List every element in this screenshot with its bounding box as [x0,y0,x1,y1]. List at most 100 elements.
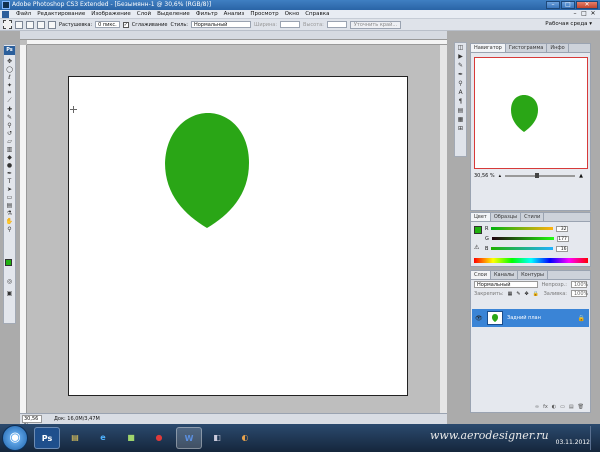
zoom-in-icon[interactable]: ▲ [579,173,583,179]
menu-help[interactable]: Справка [302,10,332,19]
tab-layers[interactable]: Слои [471,271,491,279]
visibility-eye-icon[interactable]: 👁 [475,315,483,322]
zoom-level-field[interactable]: 30,56 % [22,415,42,429]
lock-position-icon[interactable]: ✥ [525,291,529,297]
adjustment-layer-icon[interactable]: ◐ [552,404,556,412]
elliptical-marquee-tool-icon[interactable]: ◯ [4,65,15,73]
new-selection-icon[interactable] [15,20,23,29]
slider-knob[interactable] [535,173,540,178]
eraser-tool-icon[interactable]: ▱ [4,137,15,145]
style-select[interactable]: Нормальный [190,21,251,28]
taskbar-app-4[interactable]: ■ [118,427,144,449]
gradient-tool-icon[interactable]: ▥ [4,145,15,153]
show-desktop-button[interactable] [590,426,598,450]
green-value[interactable]: 177 [556,235,569,242]
close-button[interactable]: ✕ [576,1,598,9]
refine-edge-button[interactable]: Уточнить край... [349,20,402,29]
tool-presets-icon[interactable]: ✎ [455,61,466,70]
fill-input[interactable]: 100% [571,290,588,297]
blur-tool-icon[interactable]: ◆ [4,153,15,161]
menu-analysis[interactable]: Анализ [221,10,248,19]
zoom-tool-icon[interactable]: ⚲ [4,225,15,233]
move-tool-icon[interactable]: ✥ [4,57,15,65]
magic-wand-tool-icon[interactable]: ✦ [4,81,15,89]
taskbar-opera[interactable]: ● [146,427,172,449]
navigator-zoom-value[interactable]: 30,56 % [474,173,495,179]
clone-stamp-tool-icon[interactable]: ⚲ [4,121,15,129]
lock-image-icon[interactable]: ✎ [516,291,520,297]
paragraph-panel-icon[interactable]: ¶ [455,97,466,106]
taskbar-photoshop[interactable]: Ps [34,427,60,449]
hand-tool-icon[interactable]: ✋ [4,217,15,225]
notes-tool-icon[interactable]: ▤ [4,201,15,209]
screen-mode-icon[interactable]: ▣ [4,289,15,297]
type-tool-icon[interactable]: T [4,177,15,185]
taskbar-ie[interactable]: e [90,427,116,449]
subtract-selection-icon[interactable] [37,20,45,29]
healing-brush-tool-icon[interactable]: ✚ [4,105,15,113]
zoom-out-icon[interactable]: ▴ [499,173,502,179]
menu-layer[interactable]: Слой [134,10,154,19]
menu-file[interactable]: Файл [13,10,34,19]
doc-restore-button[interactable]: □ [581,11,587,17]
blend-mode-select[interactable]: Нормальный [474,281,538,288]
link-layers-icon[interactable]: ∞ [535,404,539,412]
taskbar-app-7[interactable]: ◧ [204,427,230,449]
lock-all-icon[interactable]: 🔒 [533,291,539,297]
green-slider[interactable] [491,237,554,240]
tab-info[interactable]: Инфо [547,44,569,52]
character-panel-icon[interactable]: A [455,88,466,97]
color-foreground-swatch[interactable] [474,226,482,234]
tab-color[interactable]: Цвет [471,213,491,221]
lock-transparent-icon[interactable]: ▦ [508,291,513,297]
vertical-scrollbar[interactable] [440,45,447,413]
menu-edit[interactable]: Редактирование [34,10,88,19]
navigator-zoom-slider[interactable] [505,173,576,178]
height-input[interactable] [326,21,347,28]
start-button[interactable]: ◉ [2,425,28,451]
feather-input[interactable]: 0 пикс. [95,21,120,28]
animation-panel-icon[interactable]: ▦ [455,115,466,124]
tab-histogram[interactable]: Гистограмма [506,44,548,52]
menu-view[interactable]: Просмотр [247,10,281,19]
foreground-color-swatch[interactable] [5,259,12,266]
gamut-warning-icon[interactable]: ⚠ [474,244,479,251]
menu-select[interactable]: Выделение [154,10,193,19]
red-value[interactable]: 32 [556,225,569,232]
layer-style-icon[interactable]: fx [543,404,548,412]
layer-comps-icon[interactable]: ▤ [455,106,466,115]
taskbar-app-8[interactable]: ◐ [232,427,258,449]
new-layer-icon[interactable]: ▤ [569,404,574,412]
ps-menu-icon[interactable] [2,10,9,18]
path-selection-tool-icon[interactable]: ➤ [4,185,15,193]
lasso-tool-icon[interactable]: ℓ [4,73,15,81]
document-canvas[interactable] [68,76,408,396]
clone-source-icon[interactable]: ⚲ [455,79,466,88]
width-input[interactable] [280,21,301,28]
quick-mask-icon[interactable]: ◎ [4,277,15,285]
menu-window[interactable]: Окно [282,10,303,19]
crop-tool-icon[interactable]: ⌗ [4,89,15,97]
antialias-checkbox[interactable]: ✓ [122,21,129,28]
doc-minimize-button[interactable]: – [572,11,578,17]
eyedropper-tool-icon[interactable]: ⚗ [4,209,15,217]
blue-slider[interactable] [491,247,554,250]
menu-filter[interactable]: Фильтр [193,10,221,19]
measurement-log-icon[interactable]: ⊞ [455,124,466,133]
intersect-selection-icon[interactable] [48,20,56,29]
actions-panel-icon[interactable]: ▶ [455,52,466,61]
tab-swatches[interactable]: Образцы [491,213,522,221]
menu-image[interactable]: Изображение [88,10,134,19]
history-panel-icon[interactable]: ◫ [455,43,466,52]
layer-row-background[interactable]: 👁 Задний план 🔒 [472,309,589,327]
doc-close-button[interactable]: ✕ [590,11,596,17]
tab-channels[interactable]: Каналы [491,271,519,279]
delete-layer-icon[interactable]: 🗑 [578,404,584,412]
add-selection-icon[interactable] [26,20,34,29]
rectangle-tool-icon[interactable]: ▭ [4,193,15,201]
document-info[interactable]: Док: 16,0M/3,47M [54,416,100,422]
opacity-input[interactable]: 100% [571,281,588,288]
marquee-tool-preset-icon[interactable] [3,20,12,29]
taskbar-explorer[interactable]: ▤ [62,427,88,449]
brushes-panel-icon[interactable]: ✒ [455,70,466,79]
